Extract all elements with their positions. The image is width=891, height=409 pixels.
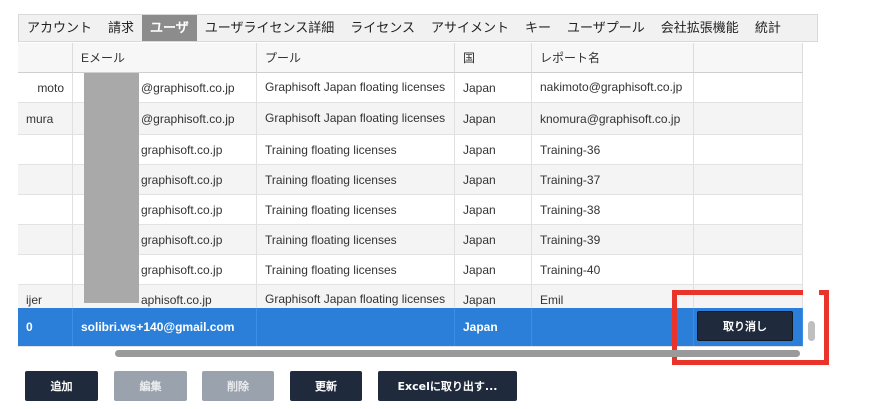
tab-users[interactable]: ユーザ	[142, 15, 197, 41]
cell-pool: Training floating licenses	[257, 255, 455, 284]
cell-name	[18, 225, 73, 254]
cell-report-name: Training-39	[532, 225, 694, 254]
cell-name: moto	[18, 73, 73, 102]
cell-country: Japan	[455, 73, 532, 102]
column-header-name[interactable]	[18, 43, 73, 73]
add-button[interactable]: 追加	[25, 371, 98, 401]
cell-pool: Training floating licenses	[257, 135, 455, 164]
tab-assignments[interactable]: アサイメント	[423, 15, 517, 41]
column-header-email[interactable]: Eメール	[73, 43, 257, 73]
column-header-report-name[interactable]: レポート名	[532, 43, 694, 73]
cell-country: Japan	[455, 195, 532, 224]
cell-country: Japan	[455, 225, 532, 254]
cell-country: Japan	[455, 135, 532, 164]
cell-country: Japan	[455, 308, 532, 346]
column-header-action	[694, 43, 803, 73]
tab-account[interactable]: アカウント	[19, 15, 100, 41]
cell-pool: Training floating licenses	[257, 165, 455, 194]
cell-name: 0	[18, 308, 73, 346]
delete-button[interactable]: 削除	[202, 371, 274, 401]
cell-name	[18, 135, 73, 164]
cell-report-name: Training-37	[532, 165, 694, 194]
cell-name	[18, 195, 73, 224]
tab-user-license-details[interactable]: ユーザライセンス詳細	[197, 15, 342, 41]
tab-billing[interactable]: 請求	[100, 15, 142, 41]
vertical-scrollbar-track[interactable]	[803, 43, 819, 347]
cell-pool: Graphisoft Japan floating licenses	[257, 73, 455, 102]
cell-action	[694, 195, 803, 224]
update-button[interactable]: 更新	[290, 371, 362, 401]
cell-pool: Graphisoft Japan floating licenses	[257, 103, 455, 134]
cell-pool	[257, 308, 455, 346]
cell-report-name: nakimoto@graphisoft.co.jp	[532, 73, 694, 102]
edit-button[interactable]: 編集	[114, 371, 187, 401]
redaction-block	[84, 73, 139, 303]
tab-bar: アカウント 請求 ユーザ ユーザライセンス詳細 ライセンス アサイメント キー …	[18, 14, 818, 42]
cell-action	[694, 165, 803, 194]
tab-company-extensions[interactable]: 会社拡張機能	[653, 15, 747, 41]
cell-name: mura	[18, 103, 73, 134]
cell-country: Japan	[455, 255, 532, 284]
cell-action	[694, 73, 803, 102]
column-header-pool[interactable]: プール	[257, 43, 455, 73]
tab-statistics[interactable]: 統計	[747, 15, 789, 41]
horizontal-scrollbar-thumb[interactable]	[115, 350, 800, 357]
cell-action	[694, 103, 803, 134]
export-excel-button[interactable]: Excelに取り出す...	[378, 371, 517, 401]
tab-licenses[interactable]: ライセンス	[342, 15, 423, 41]
cell-report-name: Training-38	[532, 195, 694, 224]
column-header-country[interactable]: 国	[455, 43, 532, 73]
cell-name	[18, 255, 73, 284]
cell-pool: Training floating licenses	[257, 225, 455, 254]
cell-email: solibri.ws+140@gmail.com	[73, 308, 257, 346]
cell-action	[694, 135, 803, 164]
cell-action	[694, 255, 803, 284]
cell-action	[694, 225, 803, 254]
cell-country: Japan	[455, 165, 532, 194]
cell-report-name: Training-40	[532, 255, 694, 284]
cell-country: Japan	[455, 103, 532, 134]
cell-name	[18, 165, 73, 194]
cell-report-name	[532, 308, 694, 346]
cell-report-name: Training-36	[532, 135, 694, 164]
cell-report-name: knomura@graphisoft.co.jp	[532, 103, 694, 134]
cell-pool: Training floating licenses	[257, 195, 455, 224]
vertical-scrollbar-thumb[interactable]	[808, 321, 815, 341]
tab-keys[interactable]: キー	[517, 15, 559, 41]
tab-user-pools[interactable]: ユーザプール	[559, 15, 653, 41]
